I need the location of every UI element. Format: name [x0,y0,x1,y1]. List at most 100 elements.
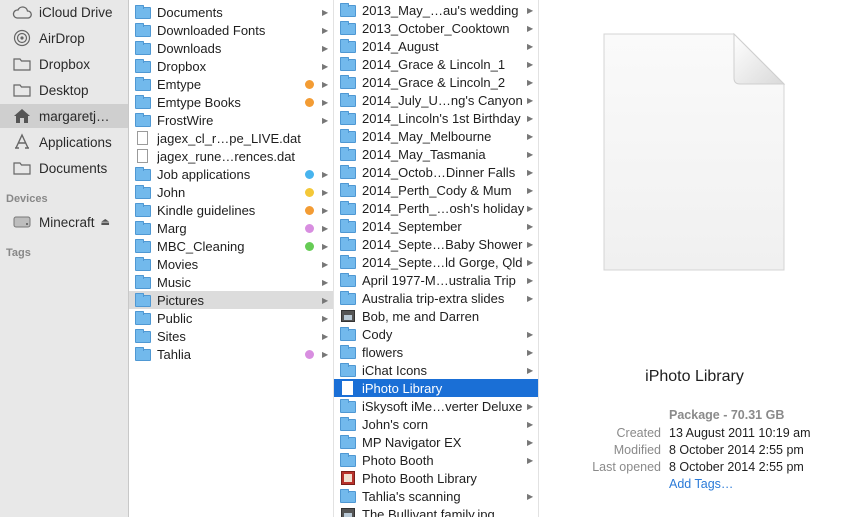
sidebar-item-margaretj[interactable]: margaretj… [0,104,128,128]
folder-row[interactable]: FrostWire ▶ [129,111,333,129]
sidebar-item-airdrop[interactable]: AirDrop [0,26,128,50]
folder-row[interactable]: Movies ▶ [129,255,333,273]
folder-row[interactable]: Tahlia's scanning ▶ [334,487,538,505]
folder-row[interactable]: 2014_Perth_…osh's holiday ▶ [334,199,538,217]
tag-dot [305,97,314,107]
column-home: Documents ▶ Downloaded Fonts ▶ Downloads ▶ Dro… [129,0,334,517]
folder-row[interactable]: iChat Icons ▶ [334,361,538,379]
item-name: Marg [157,220,187,236]
folder-icon [340,93,356,107]
folder-row[interactable]: 2014_August ▶ [334,37,538,55]
item-name: 2014_September [362,218,462,234]
item-name: iSkysoft iMe…verter Deluxe [362,398,523,414]
item-name: MBC_Cleaning [157,238,245,254]
file-row[interactable]: jagex_rune…rences.dat [129,147,333,165]
folder-row[interactable]: Downloads ▶ [129,39,333,57]
sidebar-item-applications[interactable]: Applications [0,130,128,154]
folder-icon [340,489,356,503]
folder-row[interactable]: Tahlia ▶ [129,345,333,363]
folder-row[interactable]: Dropbox ▶ [129,57,333,75]
sidebar-item-label: Minecraft [39,214,95,230]
file-row[interactable]: Bob, me and Darren [334,307,538,325]
folder-row[interactable]: Emtype Books ▶ [129,93,333,111]
folder-row[interactable]: 2013_May_…au's wedding ▶ [334,1,538,19]
sidebar-item-icloud-drive[interactable]: iCloud Drive [0,0,128,24]
tags-heading: Tags [6,247,31,259]
folder-row[interactable]: 2014_Lincoln's 1st Birthday ▶ [334,109,538,127]
chevron-right-icon: ▶ [527,167,534,177]
chevron-right-icon: ▶ [527,77,534,87]
item-name: 2014_Octob…Dinner Falls [362,164,516,180]
tag-dot [305,223,314,233]
item-name: April 1977-M…ustralia Trip [362,272,516,288]
folder-row[interactable]: Photo Booth ▶ [334,451,538,469]
folder-row[interactable]: Music ▶ [129,273,333,291]
item-name: Photo Booth [362,452,434,468]
folder-row[interactable]: April 1977-M…ustralia Trip ▶ [334,271,538,289]
item-name: 2014_Lincoln's 1st Birthday [362,110,521,126]
chevron-right-icon: ▶ [322,313,329,323]
modified-label: Modified [613,443,661,457]
folder-row[interactable]: Job applications ▶ [129,165,333,183]
file-row[interactable]: iPhoto Library [334,379,538,397]
folder-icon [340,219,356,233]
folder-icon [135,329,151,343]
folder-row[interactable]: Cody ▶ [334,325,538,343]
folder-row[interactable]: Sites ▶ [129,327,333,345]
folder-row[interactable]: Public ▶ [129,309,333,327]
chevron-right-icon: ▶ [322,7,329,17]
cloud-icon [12,3,32,21]
tag-dot [305,187,314,197]
folder-row[interactable]: 2014_Octob…Dinner Falls ▶ [334,163,538,181]
folder-row[interactable]: Emtype ▶ [129,75,333,93]
chevron-right-icon: ▶ [322,79,329,89]
folder-row[interactable]: 2014_May_Melbourne ▶ [334,127,538,145]
folder-row[interactable]: Downloaded Fonts ▶ [129,21,333,39]
folder-row[interactable]: Kindle guidelines ▶ [129,201,333,219]
chevron-right-icon: ▶ [527,149,534,159]
folder-row[interactable]: iSkysoft iMe…verter Deluxe ▶ [334,397,538,415]
folder-row[interactable]: 2014_Grace & Lincoln_2 ▶ [334,73,538,91]
folder-row[interactable]: MBC_Cleaning ▶ [129,237,333,255]
folder-row[interactable]: Australia trip-extra slides ▶ [334,289,538,307]
folder-row[interactable]: 2014_Grace & Lincoln_1 ▶ [334,55,538,73]
item-name: Public [157,310,193,326]
folder-row[interactable]: 2014_Septe…ld Gorge, Qld ▶ [334,253,538,271]
devices-heading: Devices [6,193,48,205]
folder-icon [135,293,151,307]
folder-row[interactable]: Pictures ▶ [129,291,333,309]
sidebar-item-minecraft[interactable]: Minecraft ⏏ [0,210,128,234]
folder-row[interactable]: 2014_May_Tasmania ▶ [334,145,538,163]
add-tags-link[interactable]: Add Tags… [669,477,733,491]
folder-icon [135,185,151,199]
chevron-right-icon: ▶ [527,5,534,15]
chevron-right-icon: ▶ [527,95,534,105]
item-name: Movies [157,256,199,272]
folder-row[interactable]: Documents ▶ [129,3,333,21]
chevron-right-icon: ▶ [322,43,329,53]
eject-icon[interactable]: ⏏ [101,217,110,228]
item-name: Downloaded Fonts [157,22,266,38]
sidebar-item-documents[interactable]: Documents [0,156,128,180]
folder-row[interactable]: flowers ▶ [334,343,538,361]
folder-row[interactable]: MP Navigator EX ▶ [334,433,538,451]
folder-row[interactable]: 2014_Perth_Cody & Mum ▶ [334,181,538,199]
folder-row[interactable]: John's corn ▶ [334,415,538,433]
applications-icon [12,133,32,151]
sidebar-item-dropbox[interactable]: Dropbox [0,52,128,76]
chevron-right-icon: ▶ [527,491,534,501]
folder-row[interactable]: 2014_September ▶ [334,217,538,235]
chevron-right-icon: ▶ [527,401,534,411]
folder-row[interactable]: 2013_October_Cooktown ▶ [334,19,538,37]
file-row[interactable]: jagex_cl_r…pe_LIVE.dat [129,129,333,147]
chevron-right-icon: ▶ [322,25,329,35]
folder-icon [340,21,356,35]
sidebar-item-desktop[interactable]: Desktop [0,78,128,102]
file-row[interactable]: The Bullivant family.jpg [334,505,538,517]
folder-icon [340,417,356,431]
folder-row[interactable]: 2014_July_U…ng's Canyon ▶ [334,91,538,109]
folder-row[interactable]: 2014_Septe…Baby Shower ▶ [334,235,538,253]
folder-row[interactable]: John ▶ [129,183,333,201]
folder-row[interactable]: Marg ▶ [129,219,333,237]
file-row[interactable]: Photo Booth Library [334,469,538,487]
